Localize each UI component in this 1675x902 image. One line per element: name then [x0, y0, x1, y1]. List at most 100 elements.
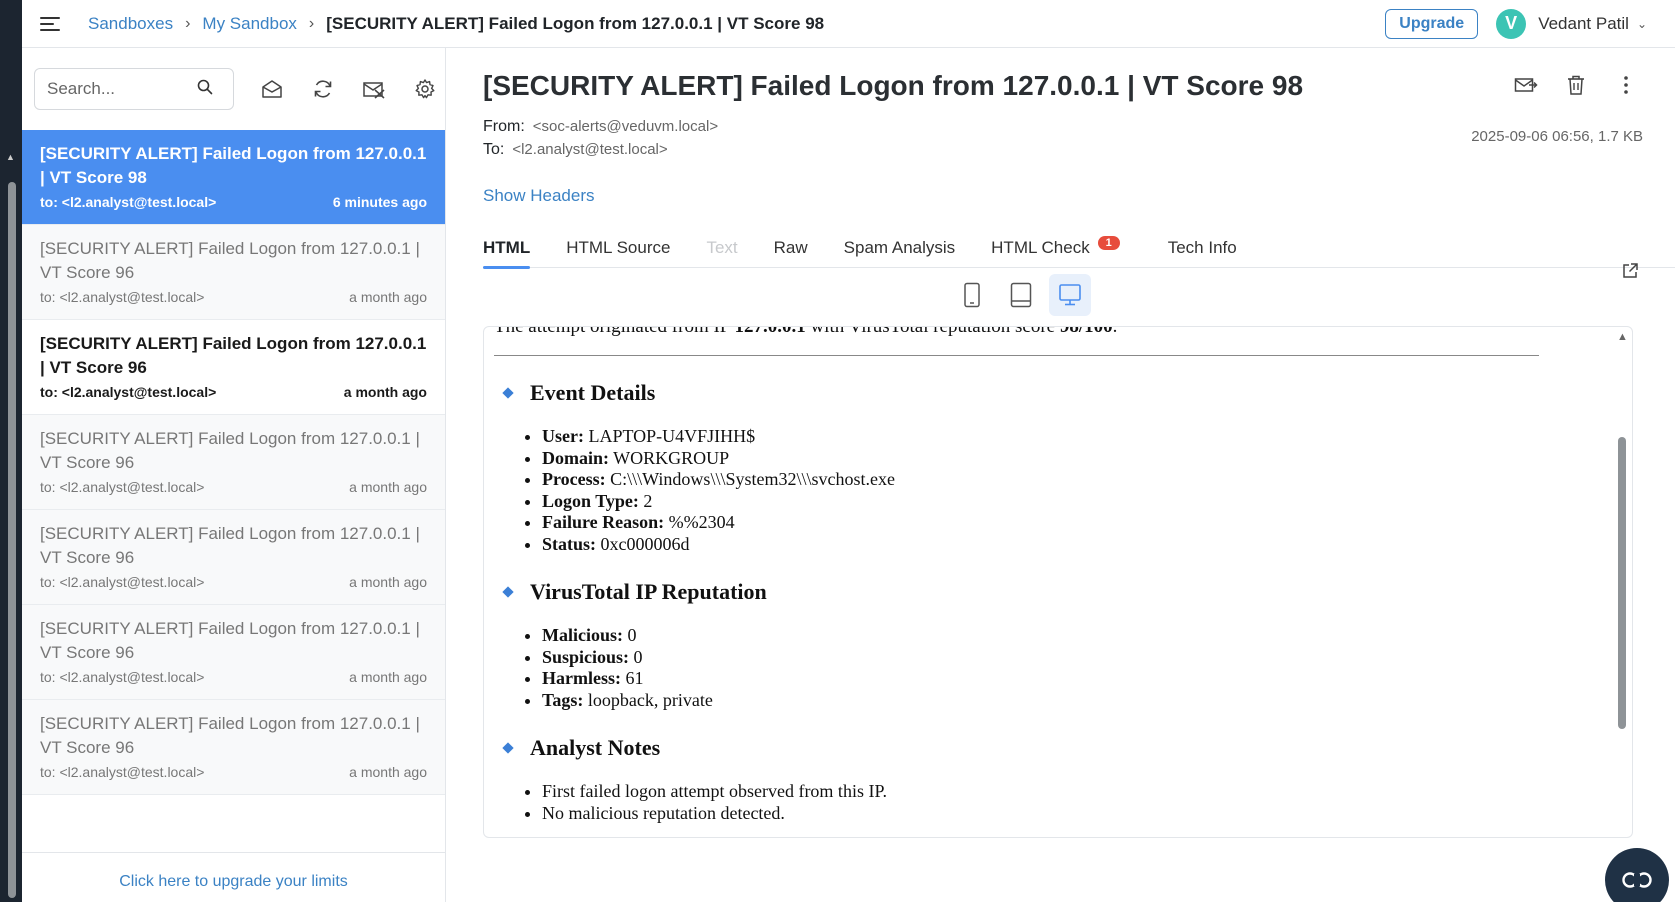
- message-pane: [SECURITY ALERT] Failed Logon from 127.0…: [447, 48, 1675, 902]
- email-time: a month ago: [349, 479, 427, 495]
- breadcrumb-my-sandbox[interactable]: My Sandbox: [202, 14, 297, 34]
- sidebar-scrollbar[interactable]: ▲: [6, 108, 16, 898]
- email-time: a month ago: [349, 669, 427, 685]
- tab-html-source[interactable]: HTML Source: [566, 224, 670, 268]
- email-subject: [SECURITY ALERT] Failed Logon from 127.0…: [40, 619, 420, 662]
- email-time: a month ago: [349, 574, 427, 590]
- to-row: To: <l2.analyst@test.local>: [483, 141, 668, 159]
- search-input[interactable]: [47, 79, 197, 99]
- view-mode-toggle: [951, 274, 1098, 316]
- html-preview[interactable]: The attempt originated from IP 127.0.0.1…: [483, 326, 1633, 838]
- email-subject: [SECURITY ALERT] Failed Logon from 127.0…: [40, 429, 420, 472]
- hamburger-menu-icon[interactable]: [40, 16, 60, 31]
- scrollbar-thumb[interactable]: [1618, 437, 1626, 729]
- list-item[interactable]: [SECURITY ALERT] Failed Logon from 127.0…: [22, 700, 445, 795]
- chevron-down-icon[interactable]: ⌄: [1637, 17, 1647, 31]
- user-name[interactable]: Vedant Patil: [1538, 14, 1629, 34]
- preview-scrollbar[interactable]: ▲: [1616, 327, 1628, 837]
- scroll-up-arrow-icon[interactable]: ▲: [1617, 331, 1628, 343]
- upgrade-limits-link[interactable]: Click here to upgrade your limits: [119, 873, 348, 890]
- trash-icon[interactable]: [1563, 72, 1589, 98]
- breadcrumb-separator: ›: [308, 14, 315, 32]
- preview-content: The attempt originated from IP 127.0.0.1…: [494, 326, 1604, 825]
- scroll-up-arrow-icon[interactable]: ▲: [6, 152, 15, 162]
- show-headers-link[interactable]: Show Headers: [483, 186, 595, 206]
- clear-inbox-icon[interactable]: [361, 76, 387, 102]
- intro-mid: with VirusTotal reputation score: [805, 326, 1060, 337]
- event-details-list: User: LAPTOP-U4VFJIHH$ Domain: WORKGROUP…: [542, 426, 1604, 555]
- tab-raw[interactable]: Raw: [774, 224, 808, 268]
- list-item: Tags: loopback, private: [542, 690, 1604, 712]
- intro-prefix: The attempt originated from IP: [494, 326, 735, 337]
- more-options-icon[interactable]: [1613, 72, 1639, 98]
- tab-html-check-label: HTML Check: [991, 238, 1090, 257]
- email-subject: [SECURITY ALERT] Failed Logon from 127.0…: [40, 524, 420, 567]
- refresh-icon[interactable]: [310, 76, 336, 102]
- diamond-bullet-icon: [502, 387, 514, 399]
- email-subject: [SECURITY ALERT] Failed Logon from 127.0…: [40, 714, 420, 757]
- message-date-size: 2025-09-06 06:56, 1.7 KB: [1471, 128, 1643, 145]
- list-item: No malicious reputation detected.: [542, 803, 1604, 825]
- list-item: Malicious: 0: [542, 625, 1604, 647]
- search-icon[interactable]: [197, 79, 213, 100]
- breadcrumb-current: [SECURITY ALERT] Failed Logon from 127.0…: [326, 13, 825, 33]
- email-recipient: to: <l2.analyst@test.local>: [40, 289, 205, 305]
- message-title: [SECURITY ALERT] Failed Logon from 127.0…: [483, 70, 1304, 101]
- email-recipient: to: <l2.analyst@test.local>: [40, 194, 217, 210]
- message-actions: [1489, 72, 1639, 98]
- from-row: From: <soc-alerts@veduvm.local>: [483, 118, 718, 136]
- intro-ip: 127.0.0.1: [734, 326, 806, 337]
- desktop-icon[interactable]: [1049, 274, 1091, 316]
- intro-suffix: .: [1112, 326, 1118, 337]
- email-subject: [SECURITY ALERT] Failed Logon from 127.0…: [40, 144, 427, 187]
- list-item[interactable]: [SECURITY ALERT] Failed Logon from 127.0…: [22, 225, 445, 320]
- section-header: Event Details: [502, 380, 1604, 406]
- tab-html-check[interactable]: HTML Check 1: [991, 224, 1120, 268]
- list-item: First failed logon attempt observed from…: [542, 781, 1604, 803]
- email-recipient: to: <l2.analyst@test.local>: [40, 669, 205, 685]
- email-recipient: to: <l2.analyst@test.local>: [40, 384, 217, 400]
- to-label: To:: [483, 141, 505, 158]
- list-item: Harmless: 61: [542, 668, 1604, 690]
- list-item[interactable]: [SECURITY ALERT] Failed Logon from 127.0…: [22, 510, 445, 605]
- forward-mail-icon[interactable]: [1513, 72, 1539, 98]
- list-item: Logon Type: 2: [542, 491, 1604, 513]
- breadcrumb-sandboxes[interactable]: Sandboxes: [88, 14, 173, 34]
- email-time: a month ago: [343, 384, 427, 400]
- tab-spam-analysis[interactable]: Spam Analysis: [844, 224, 956, 268]
- envelope-open-icon[interactable]: [259, 76, 285, 102]
- email-subject: [SECURITY ALERT] Failed Logon from 127.0…: [40, 239, 420, 282]
- email-recipient: to: <l2.analyst@test.local>: [40, 574, 205, 590]
- email-time: 6 minutes ago: [332, 194, 427, 210]
- intro-score: 98/100: [1059, 326, 1113, 337]
- scrollbar-thumb[interactable]: [8, 182, 16, 898]
- search-box: [34, 68, 234, 110]
- tablet-icon[interactable]: [1000, 274, 1042, 316]
- upgrade-button[interactable]: Upgrade: [1385, 8, 1479, 39]
- from-label: From:: [483, 118, 525, 135]
- list-item[interactable]: [SECURITY ALERT] Failed Logon from 127.0…: [22, 320, 445, 415]
- email-recipient: to: <l2.analyst@test.local>: [40, 479, 205, 495]
- sidebar: ▲ [SECURITY ALERT] Failed Logon from 127…: [6, 48, 446, 902]
- gear-icon[interactable]: [412, 76, 438, 102]
- tab-tech-info[interactable]: Tech Info: [1168, 224, 1237, 268]
- list-item: Suspicious: 0: [542, 647, 1604, 669]
- list-item[interactable]: [SECURITY ALERT] Failed Logon from 127.0…: [22, 605, 445, 700]
- chat-widget-button[interactable]: [1605, 848, 1669, 902]
- breadcrumb-separator: ›: [185, 14, 191, 32]
- section-header: Analyst Notes: [502, 735, 1604, 761]
- avatar[interactable]: V: [1496, 8, 1527, 39]
- tab-text: Text: [706, 238, 738, 257]
- tab-html[interactable]: HTML: [483, 224, 531, 269]
- diamond-bullet-icon: [502, 742, 514, 754]
- external-link-icon[interactable]: [1621, 262, 1639, 280]
- email-list: [SECURITY ALERT] Failed Logon from 127.0…: [22, 130, 445, 795]
- phone-icon[interactable]: [951, 274, 993, 316]
- message-tabs: HTML HTML Source Text Raw Spam Analysis …: [483, 224, 1675, 269]
- intro-text: The attempt originated from IP 127.0.0.1…: [494, 326, 1604, 339]
- email-recipient: to: <l2.analyst@test.local>: [40, 764, 205, 780]
- from-value: <soc-alerts@veduvm.local>: [532, 118, 719, 135]
- to-value: <l2.analyst@test.local>: [512, 141, 668, 158]
- list-item[interactable]: [SECURITY ALERT] Failed Logon from 127.0…: [22, 415, 445, 510]
- list-item[interactable]: [SECURITY ALERT] Failed Logon from 127.0…: [22, 130, 445, 225]
